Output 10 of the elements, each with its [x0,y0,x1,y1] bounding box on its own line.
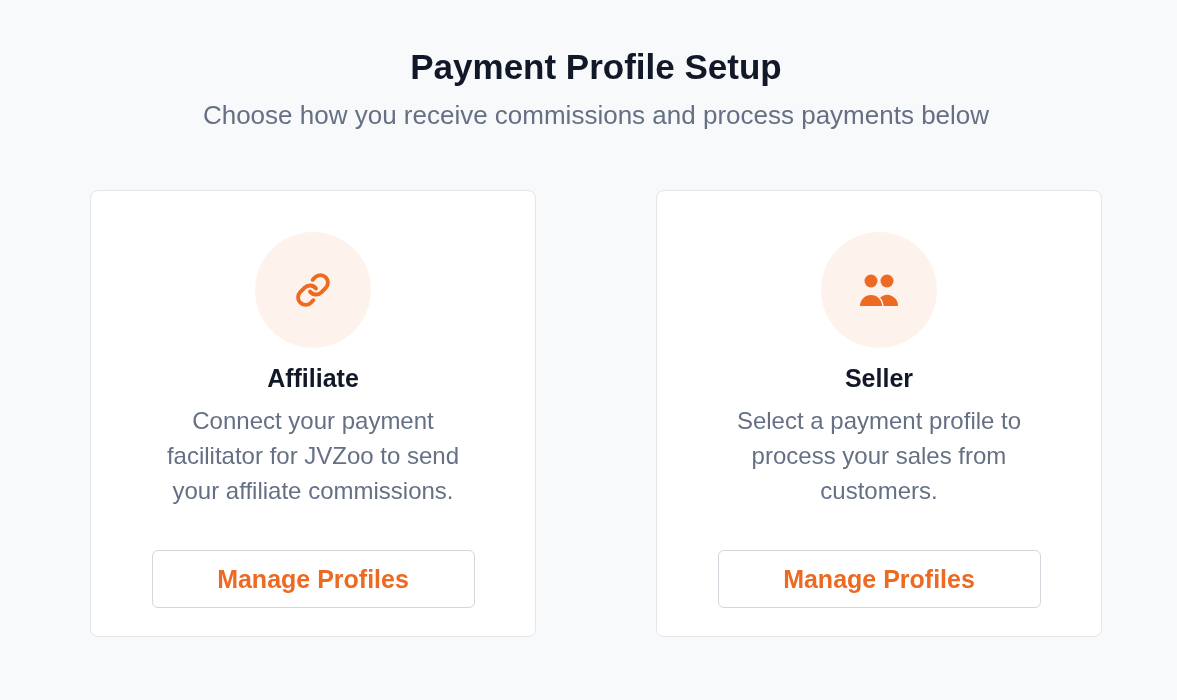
page-subtitle: Choose how you receive commissions and process payments below [202,99,990,131]
card-title: Affiliate [267,363,359,394]
card-title: Seller [844,363,914,394]
card-description: Select a payment profile to process your sales from customers. [735,406,1023,506]
page-title: Payment Profile Setup [410,46,782,88]
card-description: Connect your payment facilitator for JVZoo to send your affiliate commissions. [165,406,461,506]
users-icon [860,274,898,306]
manage-profiles-button[interactable]: Manage Profiles [717,550,1041,608]
link-icon [295,272,331,308]
manage-profiles-button[interactable]: Manage Profiles [151,550,475,608]
